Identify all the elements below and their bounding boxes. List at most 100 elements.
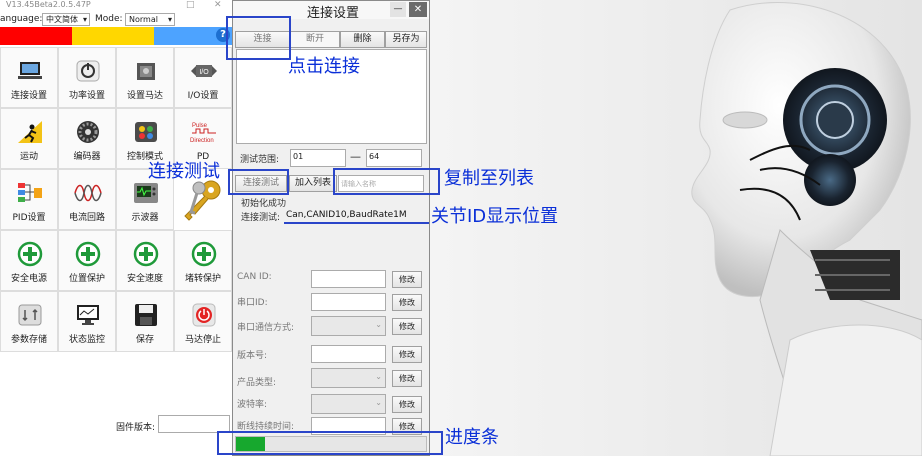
modify-serial-mode-button[interactable]: 修改 <box>392 318 422 335</box>
tile-label: 堵转保护 <box>184 274 221 284</box>
tile-label: 安全速度 <box>126 274 163 284</box>
tile-parameter-storage[interactable]: 参数存储 <box>0 291 58 352</box>
safety-icon <box>75 241 101 267</box>
test-range-label: 测试范围: <box>240 155 280 165</box>
chevron-down-icon: ⌄ <box>375 398 382 407</box>
tile-encoder[interactable]: 编码器 <box>58 108 116 169</box>
tile-label: 连接设置 <box>10 91 47 101</box>
save-as-button[interactable]: 另存为 <box>385 31 427 48</box>
modify-can-id-button[interactable]: 修改 <box>392 271 422 288</box>
tile-label: 示波器 <box>131 213 159 223</box>
tile-label: 参数存储 <box>10 335 47 345</box>
main-window-title: V13.45Beta2.0.5.47P <box>6 0 91 9</box>
tile-connection-settings[interactable]: 连接设置 <box>0 47 58 108</box>
highlight-connection-test <box>228 169 289 195</box>
tile-label: 运动 <box>19 152 38 162</box>
serial-mode-select[interactable]: ⌄ <box>311 316 386 336</box>
tile-pid-settings[interactable]: PID设置 <box>0 169 58 230</box>
laptop-icon <box>18 62 42 79</box>
encoder-icon <box>77 121 99 143</box>
close-icon[interactable]: ✕ <box>409 2 427 17</box>
mode-value: Normal <box>129 15 158 24</box>
version-input[interactable] <box>311 345 386 363</box>
robot-background-image <box>430 0 922 456</box>
modify-baud-rate-button[interactable]: 修改 <box>392 396 422 413</box>
motor-icon <box>137 63 155 80</box>
safety-icon <box>191 241 217 267</box>
tile-label: 编码器 <box>73 152 101 162</box>
stop-icon <box>192 303 216 327</box>
modify-version-button[interactable]: 修改 <box>392 346 422 363</box>
tile-current-loop[interactable]: 电流回路 <box>58 169 116 230</box>
field-label-serial-mode: 串口通信方式: <box>237 323 295 333</box>
status-bar-red <box>0 27 72 45</box>
field-label-product-type: 产品类型: <box>237 378 277 388</box>
delete-button[interactable]: 删除 <box>340 31 385 48</box>
connection-test-result: Can,CANID10,BaudRate1M <box>286 210 407 220</box>
highlight-connector-corner <box>375 168 377 170</box>
annotation-connection-test: 连接测试 <box>148 161 220 182</box>
modify-product-type-button[interactable]: 修改 <box>392 370 422 387</box>
tile-motion[interactable]: 运动 <box>0 108 58 169</box>
tile-status-monitor[interactable]: 状态监控 <box>58 291 116 352</box>
oscilloscope-icon <box>134 183 158 203</box>
highlight-name-input <box>333 168 440 195</box>
dialog-title: 连接设置 <box>307 6 360 21</box>
baud-rate-select[interactable]: ⌄ <box>311 394 386 414</box>
firmware-label: 固件版本: <box>116 423 156 433</box>
tile-power-settings[interactable]: 功率设置 <box>58 47 116 108</box>
field-label-version: 版本号: <box>237 351 268 361</box>
field-label-serial-id: 串口ID: <box>237 298 268 308</box>
serial-id-input[interactable] <box>311 293 386 311</box>
disconnect-button[interactable]: 断开 <box>290 31 340 48</box>
mode-select[interactable]: Normal ▾ <box>125 13 175 26</box>
run-icon <box>18 121 42 143</box>
status-bar-yellow <box>72 27 154 45</box>
minimize-icon[interactable]: — <box>390 2 406 17</box>
tile-motor-settings[interactable]: 设置马达 <box>116 47 174 108</box>
tile-label: PID设置 <box>12 213 46 223</box>
tile-label: 马达停止 <box>184 335 221 345</box>
monitor-icon <box>77 305 99 325</box>
add-to-list-button[interactable]: 加入列表 <box>289 175 337 192</box>
tile-safe-power[interactable]: 安全电源 <box>0 230 58 291</box>
tile-label: 位置保护 <box>68 274 105 284</box>
pulse-text: Pulse <box>192 123 208 129</box>
storage-icon <box>18 304 42 326</box>
main-window: V13.45Beta2.0.5.47P □ ✕ anguage: 中文简体 ▾ … <box>0 0 232 456</box>
can-id-input[interactable] <box>311 270 386 288</box>
tile-label: 状态监控 <box>68 335 105 345</box>
range-from-field[interactable]: 01 <box>290 149 346 167</box>
save-icon <box>135 304 157 326</box>
modify-serial-id-button[interactable]: 修改 <box>392 294 422 311</box>
chevron-down-icon: ▾ <box>82 15 87 24</box>
highlight-connector <box>375 168 440 170</box>
connection-test-label: 连接测试: <box>241 213 281 223</box>
product-type-select[interactable]: ⌄ <box>311 368 386 388</box>
range-to-field[interactable]: 64 <box>366 149 422 167</box>
tile-label: 保存 <box>135 335 154 345</box>
mode-label: Mode: <box>95 14 123 24</box>
tile-position-protection[interactable]: 位置保护 <box>58 230 116 291</box>
annotation-id-position: 关节ID显示位置 <box>431 206 559 227</box>
tile-save[interactable]: 保存 <box>116 291 174 352</box>
highlight-id-underline <box>284 222 429 224</box>
tile-io-settings[interactable]: I/O I/O设置 <box>174 47 232 108</box>
tile-safe-speed[interactable]: 安全速度 <box>116 230 174 291</box>
tile-label: 设置马达 <box>126 91 163 101</box>
tile-stall-protection[interactable]: 堵转保护 <box>174 230 232 291</box>
init-status: 初始化成功 <box>241 199 287 209</box>
wave-icon <box>74 184 102 202</box>
annotation-click-connect: 点击连接 <box>288 56 360 77</box>
highlight-progress-bar <box>217 431 443 455</box>
maximize-icon[interactable]: □ <box>186 0 195 10</box>
language-select[interactable]: 中文简体 ▾ <box>42 13 90 26</box>
tile-motor-stop[interactable]: 马达停止 <box>174 291 232 352</box>
range-to-value: 64 <box>369 152 380 161</box>
chevron-down-icon: ⌄ <box>375 320 382 329</box>
close-icon[interactable]: ✕ <box>214 0 222 10</box>
annotation-progress-bar: 进度条 <box>445 427 499 448</box>
main-titlebar: V13.45Beta2.0.5.47P □ ✕ <box>0 0 232 12</box>
keys-icon <box>184 180 221 221</box>
language-label: anguage: <box>0 14 43 24</box>
